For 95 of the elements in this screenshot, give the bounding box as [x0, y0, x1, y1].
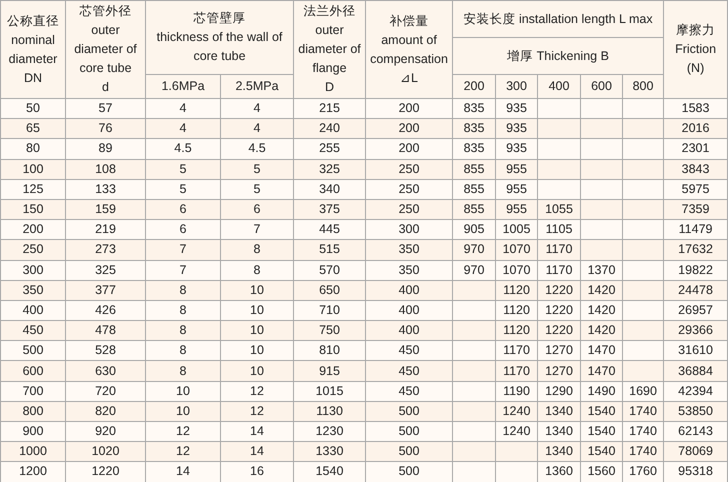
table-cell: 1690: [622, 381, 664, 402]
column-header: 公称直径 nominal diameter DN: [0, 0, 66, 98]
table-cell: 935: [496, 138, 538, 160]
table-cell: 1190: [496, 381, 538, 402]
table-cell: 970: [452, 260, 496, 280]
table-cell: 1120: [496, 280, 538, 300]
table-cell: 250: [366, 179, 453, 200]
table-cell: 8: [146, 280, 220, 300]
table-cell: 350: [366, 260, 453, 280]
table-cell: 133: [66, 179, 146, 200]
column-header: 安装长度 installation length L max: [452, 0, 664, 38]
column-header: 芯管外径 outer diameter of core tube d: [66, 0, 146, 98]
column-header: 1.6MPa: [146, 74, 220, 98]
table-cell: 89: [66, 138, 146, 160]
table-cell: 1070: [496, 240, 538, 260]
table-cell: 8: [220, 240, 294, 260]
table-cell: 340: [294, 179, 366, 200]
column-header: 300: [496, 74, 538, 98]
table-cell: 4.5: [146, 138, 220, 160]
table-cell: 10: [220, 280, 294, 300]
table-cell: 650: [294, 280, 366, 300]
table-cell: 450: [366, 381, 453, 402]
table-cell: 1170: [496, 360, 538, 382]
column-header: 摩擦力 Friction (N): [664, 0, 728, 98]
column-header: 法兰外径 outer diameter of flange D: [294, 0, 366, 98]
table-cell: 700: [0, 381, 66, 402]
table-cell: 125: [0, 179, 66, 200]
table-cell: 835: [452, 138, 496, 160]
table-cell: 8: [146, 360, 220, 382]
table-cell: 250: [0, 240, 66, 260]
table-cell: 630: [66, 360, 146, 382]
table-cell: 855: [452, 179, 496, 200]
column-header: 800: [622, 74, 664, 98]
table-cell: 8: [220, 260, 294, 280]
table-cell: 300: [0, 260, 66, 280]
table-cell: 10: [220, 360, 294, 382]
table-cell: 2301: [664, 138, 728, 160]
column-header: 400: [538, 74, 581, 98]
table-cell: 5: [220, 179, 294, 200]
table-cell: 1015: [294, 381, 366, 402]
table-cell: 1200: [0, 462, 66, 482]
table-cell: 1270: [538, 360, 581, 382]
column-header: 补偿量 amount of compensation ⊿L: [366, 0, 453, 98]
table-cell: 720: [66, 381, 146, 402]
table-cell: 350: [366, 240, 453, 260]
table-cell: 19822: [664, 260, 728, 280]
table-cell: 17632: [664, 240, 728, 260]
table-cell: 250: [366, 159, 453, 180]
table-cell: 5: [146, 159, 220, 180]
column-header: 200: [452, 74, 496, 98]
table-cell: 955: [496, 179, 538, 200]
table-cell: 600: [0, 360, 66, 382]
table-cell: 1070: [496, 260, 538, 280]
table-cell: 4.5: [220, 138, 294, 160]
table-cell: 855: [452, 159, 496, 180]
table-cell: 915: [294, 360, 366, 382]
table-cell: 12: [220, 381, 294, 402]
table-cell: 3843: [664, 159, 728, 180]
table-cell: 80: [0, 138, 66, 160]
table-cell: 200: [366, 138, 453, 160]
table-cell: 1170: [538, 260, 581, 280]
table-cell: 955: [496, 159, 538, 180]
table-cell: 42394: [664, 381, 728, 402]
table-cell: 24478: [664, 280, 728, 300]
table-cell: 450: [366, 360, 453, 382]
table-cell: 1290: [538, 381, 581, 402]
table-cell: 108: [66, 159, 146, 180]
table-cell: 400: [366, 280, 453, 300]
table-cell: 1420: [580, 280, 623, 300]
table-cell: 970: [452, 240, 496, 260]
column-header: 增厚 Thickening B: [452, 38, 664, 74]
table-cell: 5975: [664, 179, 728, 200]
table-cell: 100: [0, 159, 66, 180]
table-cell: 7: [146, 260, 220, 280]
table-cell: 10: [146, 381, 220, 402]
table-cell: 5: [146, 179, 220, 200]
table-cell: 515: [294, 240, 366, 260]
column-header: 芯管壁厚 thickness of the wall of core tube: [146, 0, 294, 74]
table-cell: 5: [220, 159, 294, 180]
table-cell: 377: [66, 280, 146, 300]
table-cell: 570: [294, 260, 366, 280]
column-header: 600: [580, 74, 623, 98]
table-cell: 325: [66, 260, 146, 280]
table-cell: 255: [294, 138, 366, 160]
table-cell: 36884: [664, 360, 728, 382]
table-cell: 1220: [538, 280, 581, 300]
table-cell: 325: [294, 159, 366, 180]
table-cell: 350: [0, 280, 66, 300]
table-cell: 273: [66, 240, 146, 260]
table-cell: 1490: [580, 381, 623, 402]
table-cell: 7: [146, 240, 220, 260]
table-cell: 1370: [580, 260, 623, 280]
column-header: 2.5MPa: [220, 74, 294, 98]
table-cell: 1470: [580, 360, 623, 382]
table-cell: 1170: [538, 240, 581, 260]
